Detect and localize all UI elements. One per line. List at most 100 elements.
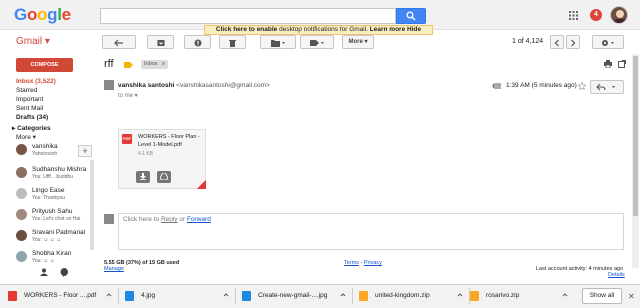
nav-item-drafts[interactable]: Drafts (34)	[16, 114, 48, 121]
manage-storage-link[interactable]: Manage	[104, 266, 124, 272]
more-button[interactable]: More ▾	[342, 35, 374, 49]
chat-self-name: vanshika	[32, 143, 58, 150]
contact-name: Prityush Sahu	[32, 208, 73, 215]
hangouts-icon[interactable]	[60, 268, 68, 277]
nav-item-sent-mail[interactable]: Sent Mail	[16, 105, 43, 112]
google-logo[interactable]: Google	[14, 5, 71, 25]
remove-label-button[interactable]: x	[162, 61, 165, 67]
chevron-up-icon[interactable]	[340, 293, 346, 297]
activity-details-link[interactable]: Details	[608, 272, 625, 278]
star-icon[interactable]	[578, 82, 586, 90]
forward-link[interactable]: Forward	[187, 216, 211, 223]
message-count: 1 of 4,124	[512, 38, 544, 45]
chevron-up-icon[interactable]	[562, 293, 568, 297]
avatar	[16, 230, 27, 241]
notification-badge[interactable]: 4	[590, 9, 602, 21]
archive-button[interactable]	[147, 35, 174, 49]
account-avatar[interactable]	[610, 6, 628, 24]
gmail-menu[interactable]: Gmail ▾	[16, 36, 50, 47]
trash-icon	[229, 40, 236, 47]
important-marker-icon[interactable]	[124, 62, 133, 68]
back-button[interactable]	[102, 35, 136, 49]
banner-text: desktop notifications for Gmail.	[277, 26, 368, 33]
message-time: 1:39 AM (5 minutes ago)	[506, 82, 577, 89]
inbox-label-chip[interactable]: Inbox x	[141, 60, 168, 69]
chat-contact[interactable]: Sudhanshu Mishra You: Ufff... buddhu	[16, 166, 92, 184]
zip-file-icon	[470, 291, 479, 301]
enable-notifications-link[interactable]: Click here to enable	[216, 26, 277, 33]
contact-name: Sravani Padmanal	[32, 229, 86, 236]
report-spam-icon	[194, 39, 201, 47]
search-input[interactable]	[100, 8, 396, 24]
privacy-link[interactable]: Privacy	[364, 260, 382, 266]
chat-contact[interactable]: Lingo Ease You: Thankyou	[16, 187, 92, 205]
contact-status: You: ☺ ☺ ☺	[32, 237, 62, 243]
sender-name[interactable]: vanshika santoshi	[118, 82, 174, 89]
newer-button[interactable]	[550, 35, 564, 49]
download-item[interactable]: WORKERS - Floor ....pdf	[4, 288, 119, 304]
sender-avatar[interactable]	[104, 80, 114, 90]
sender-line: vanshika santoshi <vanshikasantoshi@gmai…	[118, 82, 270, 89]
chevron-up-icon[interactable]	[457, 293, 463, 297]
chevron-left-icon	[554, 39, 559, 47]
attachment-name: WORKERS - Floor Plan - Level 1-Model.pdf	[138, 134, 200, 148]
chevron-up-icon[interactable]	[106, 293, 112, 297]
archive-icon	[157, 40, 164, 46]
download-item[interactable]: 4.jpg	[121, 288, 236, 304]
folder-icon	[271, 40, 285, 47]
reply-icon	[596, 83, 615, 91]
gear-icon	[602, 40, 614, 46]
nav-more[interactable]: More ▾	[16, 133, 36, 141]
download-item[interactable]: united-kingdom.zip	[355, 288, 470, 304]
settings-button[interactable]	[592, 35, 624, 49]
nav-item-important[interactable]: Important	[16, 96, 43, 103]
back-arrow-icon	[114, 39, 123, 47]
download-item[interactable]: Create-new-gmail-....jpg	[238, 288, 353, 304]
apps-grid-icon[interactable]	[569, 11, 578, 20]
categories-toggle[interactable]: ▸ Categories	[12, 124, 51, 132]
delete-button[interactable]	[219, 35, 246, 49]
download-icon	[140, 173, 146, 180]
report-spam-button[interactable]	[184, 35, 211, 49]
chat-scrollbar[interactable]	[90, 160, 94, 250]
footer-links: Terms - Privacy	[344, 260, 382, 266]
learn-more-link[interactable]: Learn more	[370, 26, 405, 33]
older-button[interactable]	[566, 35, 580, 49]
reply-link[interactable]: Reply	[161, 216, 178, 223]
contact-name: Sudhanshu Mishra	[32, 166, 87, 173]
new-window-icon[interactable]	[618, 60, 626, 68]
reply-button[interactable]	[590, 80, 624, 94]
nav-item-inbox[interactable]: Inbox (3,522)	[16, 78, 56, 85]
avatar	[16, 188, 27, 199]
label-text: Inbox	[144, 61, 158, 67]
chat-contact[interactable]: Prityush Sahu You: Let's chat on Hai	[16, 208, 92, 226]
download-file-name: united-kingdom.zip	[375, 292, 430, 299]
show-all-downloads-button[interactable]: Show all	[582, 288, 622, 304]
page-scrollbar-thumb[interactable]	[633, 56, 638, 216]
compose-button[interactable]: COMPOSE	[16, 58, 73, 72]
recipient-toggle[interactable]: to me ▾	[118, 92, 138, 99]
avatar	[16, 167, 27, 178]
image-file-icon	[242, 291, 251, 301]
close-download-bar-icon[interactable]: ✕	[628, 292, 635, 301]
chat-contact[interactable]: Sravani Padmanal You: ☺ ☺ ☺	[16, 229, 92, 247]
chevron-up-icon[interactable]	[223, 293, 229, 297]
person-icon[interactable]	[40, 268, 48, 276]
terms-link[interactable]: Terms	[344, 260, 359, 266]
hide-banner-link[interactable]: Hide	[407, 26, 421, 33]
nav-item-starred[interactable]: Starred	[16, 87, 37, 94]
download-attachment-button[interactable]	[136, 171, 150, 183]
attachment-clip-icon	[492, 83, 503, 89]
pdf-file-icon: PDF	[122, 134, 132, 144]
save-to-drive-button[interactable]	[157, 171, 171, 183]
zip-file-icon	[359, 291, 368, 301]
logo-letter: o	[26, 5, 38, 24]
move-to-button[interactable]	[260, 35, 296, 49]
search-button[interactable]	[396, 8, 426, 24]
add-chat-button[interactable]: +	[78, 145, 92, 157]
labels-button[interactable]	[300, 35, 334, 49]
download-item[interactable]: rosarivo.zip	[466, 288, 574, 304]
chat-contact[interactable]: Shobha Kiran You: ☺ ☺	[16, 250, 92, 268]
print-icon[interactable]	[604, 60, 612, 68]
avatar	[16, 251, 27, 262]
